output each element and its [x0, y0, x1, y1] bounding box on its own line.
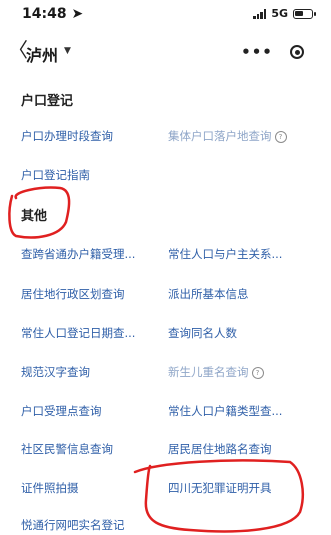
section-title: 其他: [21, 209, 48, 224]
close-target-icon[interactable]: [277, 45, 317, 59]
service-link[interactable]: 证件照拍摄: [21, 480, 79, 496]
back-icon[interactable]: 〈: [8, 40, 28, 60]
status-bar: 14:48 ➤ 5G: [0, 0, 331, 30]
city-selector[interactable]: 泸州: [26, 42, 58, 66]
service-link[interactable]: 户口受理点查询: [21, 403, 102, 419]
service-link[interactable]: 新生儿重名查询?: [168, 364, 264, 380]
service-link[interactable]: 常住人口户籍类型查...: [168, 403, 282, 419]
section-title: 户口登记: [21, 94, 74, 109]
location-arrow-icon: ➤: [71, 6, 84, 22]
caret-down-icon[interactable]: ▼: [64, 46, 71, 56]
service-link[interactable]: 悦通行网吧实名登记: [21, 517, 125, 533]
status-time: 14:48 ➤: [22, 6, 84, 22]
signal-icon: [253, 8, 267, 19]
service-link[interactable]: 查询同名人数: [168, 325, 237, 341]
info-icon: ?: [251, 367, 264, 379]
miniprogram-capsule: •••: [237, 38, 317, 66]
service-link[interactable]: 常住人口登记日期查...: [21, 325, 135, 341]
more-icon[interactable]: •••: [237, 43, 277, 61]
service-link[interactable]: 居住地行政区划查询: [21, 286, 125, 302]
network-label: 5G: [271, 7, 288, 20]
nav-bar: 〈 泸州 ▼ •••: [0, 30, 331, 74]
service-link[interactable]: 社区民警信息查询: [21, 441, 113, 457]
service-link[interactable]: 常住人口与户主关系...: [168, 246, 282, 262]
service-link[interactable]: 查跨省通办户籍受理...: [21, 246, 135, 262]
service-link[interactable]: 户口办理时段查询: [21, 128, 113, 144]
service-link[interactable]: 派出所基本信息: [168, 286, 249, 302]
service-link[interactable]: 户口登记指南: [21, 167, 90, 183]
service-link[interactable]: 四川无犯罪证明开具: [168, 480, 272, 496]
service-link[interactable]: 居民居住地路名查询: [168, 441, 272, 457]
service-link[interactable]: 集体户口落户地查询?: [168, 128, 287, 144]
info-icon: ?: [274, 131, 287, 143]
service-link[interactable]: 规范汉字查询: [21, 364, 90, 380]
battery-icon: [293, 8, 316, 19]
